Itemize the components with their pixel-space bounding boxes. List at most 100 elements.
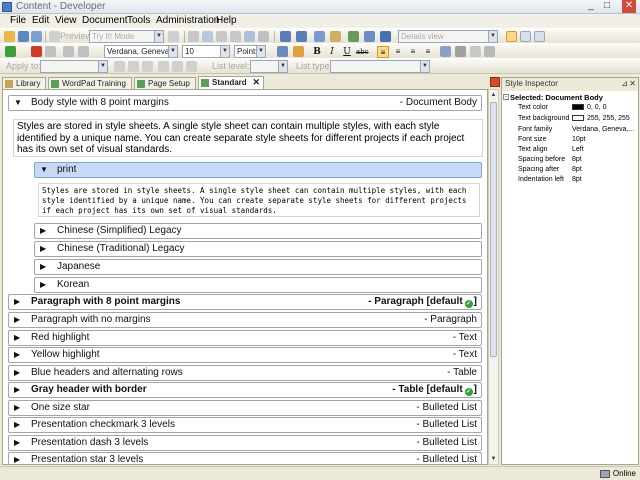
font-family-combo[interactable]: Verdana, Geneva,... ▼	[104, 45, 178, 58]
help-icon[interactable]	[380, 31, 391, 42]
collapse-triangle-icon[interactable]: ▼	[14, 96, 22, 110]
scroll-up-icon[interactable]: ▲	[489, 90, 498, 100]
style-row-print[interactable]: ▼ print	[34, 162, 482, 178]
style-row[interactable]: ▶ Blue headers and alternating rows - Ta…	[8, 365, 482, 381]
preview-icon[interactable]	[49, 31, 60, 42]
list-level-combo[interactable]: ▼	[250, 60, 288, 73]
cancel-icon[interactable]	[45, 46, 56, 57]
copy-icon[interactable]	[202, 31, 213, 42]
vertical-scrollbar[interactable]: ▲ ▼	[488, 89, 499, 465]
delete-icon[interactable]	[230, 31, 241, 42]
style-row-body[interactable]: ▼ Body style with 8 point margins - Docu…	[8, 95, 482, 111]
move-up-icon[interactable]	[63, 46, 74, 57]
add-style-icon[interactable]	[5, 46, 16, 57]
scroll-down-icon[interactable]: ▼	[489, 454, 498, 464]
properties-icon[interactable]	[364, 31, 375, 42]
align-right-button[interactable]: ≡	[407, 46, 419, 58]
numbering-icon[interactable]	[128, 61, 139, 72]
menu-edit[interactable]: Edit	[32, 15, 49, 26]
table-icon[interactable]	[484, 46, 495, 57]
minimize-button[interactable]: _	[584, 0, 598, 13]
close-tab-icon[interactable]: ✕	[252, 77, 260, 88]
tab-library[interactable]: Library	[2, 77, 46, 89]
expand-triangle-icon[interactable]: ▶	[40, 278, 46, 292]
tab-wordpad-training[interactable]: WordPad Training	[48, 77, 132, 89]
list-icon[interactable]	[142, 61, 153, 72]
expand-triangle-icon[interactable]: ▶	[14, 331, 20, 345]
tab-page-setup[interactable]: Page Setup	[134, 77, 196, 89]
menu-view[interactable]: View	[55, 15, 77, 26]
maximize-button[interactable]: □	[600, 0, 614, 13]
text-color-icon[interactable]	[277, 46, 288, 57]
italic-button[interactable]: I	[326, 46, 338, 58]
close-window-button[interactable]: ✕	[622, 0, 636, 13]
style-row[interactable]: ▶ Gray header with border - Table [defau…	[8, 382, 482, 398]
decrease-level-icon[interactable]	[158, 61, 169, 72]
unit-combo[interactable]: Points ▼	[234, 45, 266, 58]
expand-triangle-icon[interactable]: ▶	[14, 348, 20, 362]
expand-triangle-icon[interactable]: ▶	[14, 453, 20, 464]
layout-three-icon[interactable]	[534, 31, 545, 42]
menu-document[interactable]: Document	[82, 15, 128, 26]
link-icon[interactable]	[314, 31, 325, 42]
find-icon[interactable]	[244, 31, 255, 42]
replace-icon[interactable]	[258, 31, 269, 42]
layout-two-icon[interactable]	[520, 31, 531, 42]
insert-image-icon[interactable]	[330, 31, 341, 42]
style-row-language[interactable]: ▶ Chinese (Traditional) Legacy	[34, 241, 482, 257]
bold-button[interactable]: B	[311, 46, 323, 58]
expand-triangle-icon[interactable]: ▶	[14, 436, 20, 450]
undo-icon[interactable]	[280, 31, 291, 42]
mode-combo[interactable]: Try It! Mode ▼	[89, 30, 164, 43]
style-row[interactable]: ▶ Presentation dash 3 levels - Bulleted …	[8, 435, 482, 451]
style-row-language[interactable]: ▶ Chinese (Simplified) Legacy	[34, 223, 482, 239]
border-icon[interactable]	[470, 46, 481, 57]
paste-icon[interactable]	[216, 31, 227, 42]
expand-triangle-icon[interactable]: ▶	[14, 418, 20, 432]
font-size-combo[interactable]: 10 ▼	[182, 45, 230, 58]
preview-button[interactable]: Preview	[60, 31, 92, 41]
expand-triangle-icon[interactable]: ▶	[40, 242, 46, 256]
highlight-icon[interactable]	[293, 46, 304, 57]
style-row[interactable]: ▶ Paragraph with no margins - Paragraph	[8, 312, 482, 328]
style-row[interactable]: ▶ One size star - Bulleted List	[8, 400, 482, 416]
strikethrough-button[interactable]: abc	[356, 46, 369, 58]
increase-level-icon[interactable]	[172, 61, 183, 72]
scroll-thumb[interactable]	[490, 102, 497, 357]
menu-administration[interactable]: Administration	[156, 15, 219, 26]
underline-button[interactable]: U	[341, 46, 353, 58]
close-inspector-icon[interactable]: ✕	[629, 78, 636, 90]
move-down-icon[interactable]	[78, 46, 89, 57]
menu-file[interactable]: File	[10, 15, 26, 26]
style-row[interactable]: ▶ Presentation star 3 levels - Bulleted …	[8, 452, 482, 464]
pin-icon[interactable]: ⊿	[621, 78, 628, 90]
outdent-icon[interactable]	[455, 46, 466, 57]
cut-icon[interactable]	[188, 31, 199, 42]
menu-help[interactable]: Help	[216, 15, 237, 26]
align-center-button[interactable]: ≡	[392, 46, 404, 58]
apply-to-combo[interactable]: ▼	[40, 60, 108, 73]
expand-triangle-icon[interactable]: ▶	[14, 401, 20, 415]
bullets-icon[interactable]	[114, 61, 125, 72]
style-row-language[interactable]: ▶ Japanese	[34, 259, 482, 275]
redo-icon[interactable]	[296, 31, 307, 42]
print-icon[interactable]	[168, 31, 179, 42]
spell-check-icon[interactable]	[348, 31, 359, 42]
expand-triangle-icon[interactable]: ▶	[14, 366, 20, 380]
expand-triangle-icon[interactable]: ▶	[40, 224, 46, 238]
open-icon[interactable]	[4, 31, 15, 42]
style-row[interactable]: ▶ Yellow highlight - Text	[8, 347, 482, 363]
save-all-icon[interactable]	[31, 31, 42, 42]
style-row-language[interactable]: ▶ Korean	[34, 277, 482, 293]
indent-icon[interactable]	[440, 46, 451, 57]
layout-one-icon[interactable]	[506, 31, 517, 42]
expand-triangle-icon[interactable]: ▶	[14, 383, 20, 397]
collapse-icon[interactable]: -	[503, 94, 509, 100]
menu-tools[interactable]: Tools	[127, 15, 150, 26]
delete-style-icon[interactable]	[31, 46, 42, 57]
list-settings-icon[interactable]	[186, 61, 197, 72]
tab-standard[interactable]: Standard ✕	[198, 76, 264, 89]
expand-triangle-icon[interactable]: ▶	[40, 260, 46, 274]
style-row[interactable]: ▶ Paragraph with 8 point margins - Parag…	[8, 294, 482, 310]
align-left-button[interactable]: ≡	[377, 46, 389, 58]
